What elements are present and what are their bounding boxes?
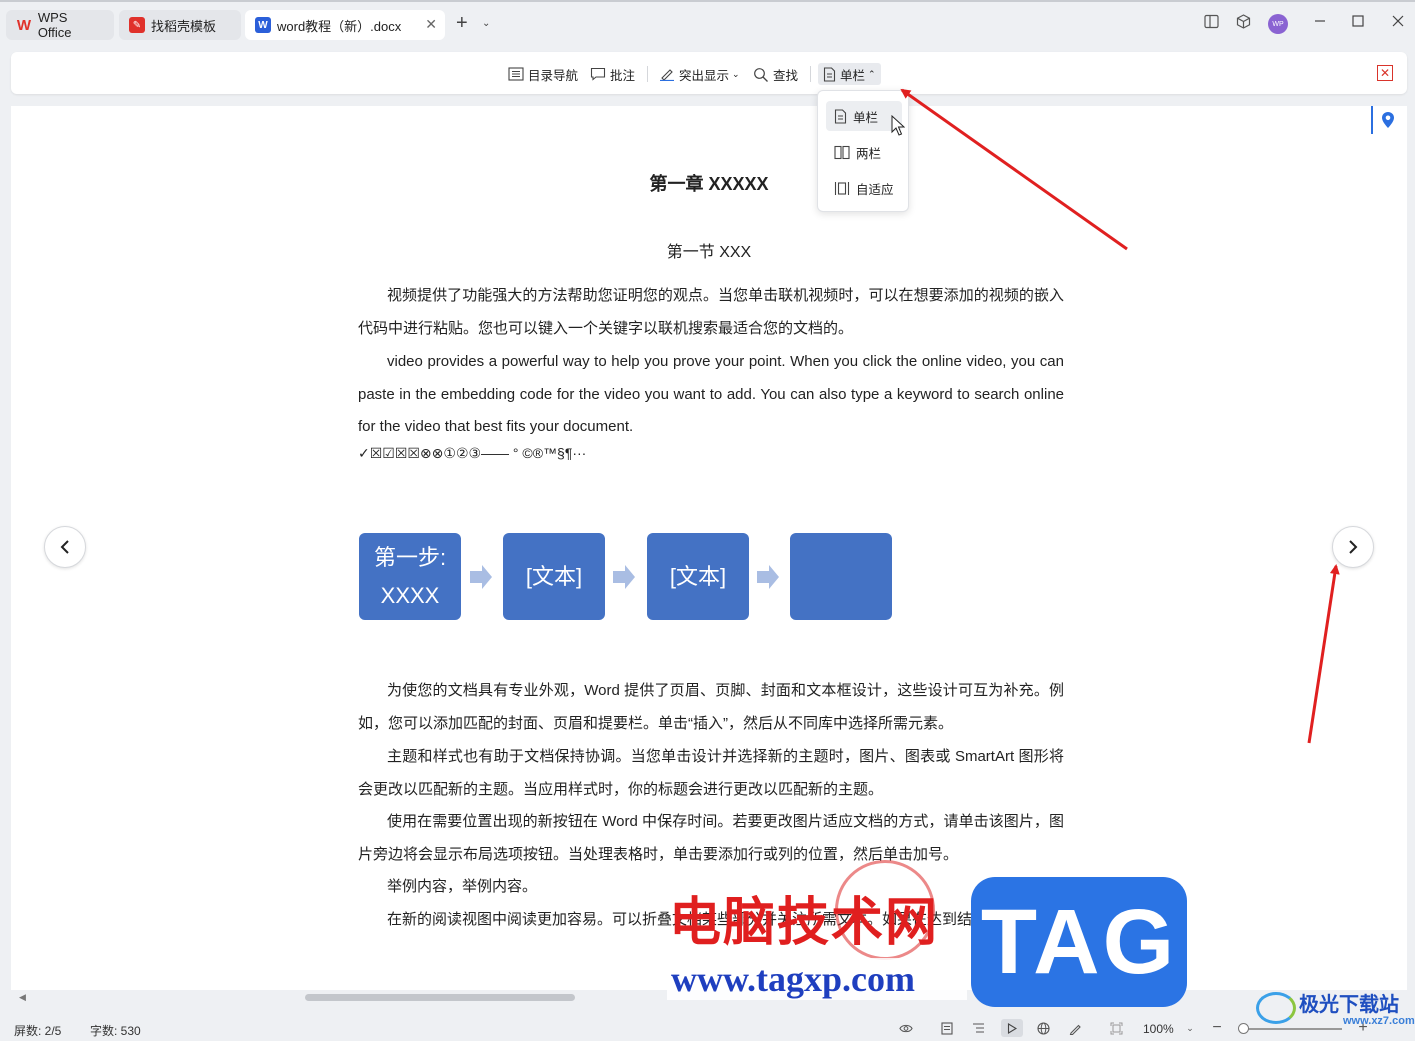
highlight-pen-icon [660, 69, 674, 81]
close-tab-icon[interactable]: ✕ [425, 16, 437, 33]
menu-item-adaptive[interactable]: 自适应 [826, 173, 902, 203]
highlight-button[interactable]: 突出显示 ⌄ [659, 63, 740, 85]
exit-reading-mode-icon[interactable]: ✕ [1377, 65, 1393, 81]
comment-icon [590, 67, 606, 81]
smartart-step-3[interactable]: [文本] [647, 533, 749, 620]
reading-mode-icon[interactable] [1001, 1019, 1023, 1037]
watermark-text: 电脑技术网 [669, 895, 940, 952]
layout-single-column-button[interactable]: 单栏 ⌃ [818, 63, 881, 85]
menu-item-two-columns[interactable]: 两栏 [826, 137, 902, 167]
chevron-right-icon [1349, 540, 1358, 554]
wps-logo-icon: W [16, 16, 31, 34]
toolbar-divider [810, 66, 811, 82]
chevron-up-icon: ⌃ [868, 68, 876, 79]
scroll-left-icon[interactable]: ◀ [19, 992, 26, 1003]
smartart-step-1[interactable]: 第一步: XXXX [359, 533, 461, 620]
watermark-url: www.tagxp.com [667, 958, 967, 1000]
tag-logo: TAG [971, 877, 1187, 1007]
toolbar-divider [647, 66, 648, 82]
body-paragraph: video provides a powerful way to help yo… [358, 353, 1064, 436]
cube-icon[interactable] [1236, 14, 1251, 33]
eye-icon[interactable] [899, 1021, 913, 1035]
body-paragraph: 主题和样式也有助于文档保持协调。当您单击设计并选择新的主题时，图片、图表或 Sm… [358, 748, 1064, 798]
outline-view-icon[interactable] [971, 1021, 985, 1035]
tab-document[interactable]: W word教程（新）.docx ✕ [245, 10, 445, 40]
chapter-title: 第一章 XXXXX [649, 174, 769, 194]
smartart-step-2[interactable]: [文本] [503, 533, 605, 620]
avatar[interactable]: WP [1268, 14, 1288, 34]
sidebar-toggle-icon[interactable] [1204, 14, 1219, 33]
document-icon [823, 66, 836, 82]
tab-templates[interactable]: ✎ 找稻壳模板 [119, 10, 241, 40]
location-pin-icon[interactable] [1371, 106, 1403, 134]
maximize-icon[interactable] [1352, 14, 1364, 32]
layout-dropdown-menu: 单栏 两栏 自适应 [817, 90, 909, 212]
chevron-down-icon[interactable]: ⌄ [1183, 1021, 1197, 1035]
status-bar: 屏数: 2/5 字数: 530 100% ⌄ − + [0, 1016, 1415, 1041]
zoom-slider-knob[interactable] [1238, 1023, 1249, 1034]
minimize-icon[interactable] [1314, 14, 1326, 32]
tab-wps-office[interactable]: W WPS Office [6, 10, 114, 40]
chevron-left-icon [60, 540, 69, 554]
tab-label: 找稻壳模板 [151, 18, 217, 34]
zoom-out-icon[interactable]: − [1210, 1019, 1224, 1036]
aurora-logo: 极光下载站 www.xz7.com [1299, 994, 1415, 1027]
title-bar: W WPS Office ✎ 找稻壳模板 W word教程（新）.docx ✕ … [0, 0, 1415, 44]
tab-label: WPS Office [37, 10, 72, 40]
smartart-arrow [757, 565, 779, 589]
smartart-arrow [613, 565, 635, 589]
zoom-slider[interactable] [1242, 1028, 1342, 1030]
find-button[interactable]: 查找 [753, 63, 798, 85]
docer-logo-icon: ✎ [129, 17, 145, 33]
new-tab-button[interactable]: + [456, 12, 468, 35]
zoom-level[interactable]: 100% [1143, 1022, 1174, 1036]
tab-label: word教程（新）.docx [277, 18, 402, 34]
chevron-down-icon[interactable]: ⌄ [482, 18, 490, 29]
next-page-button[interactable] [1332, 526, 1374, 568]
page-count: 屏数: 2/5 [14, 1024, 62, 1038]
fit-page-icon[interactable] [1109, 1021, 1123, 1035]
section-title: 第一节 XXX [666, 244, 752, 261]
toc-nav-button[interactable]: 目录导航 [508, 63, 578, 85]
word-count[interactable]: 字数: 530 [90, 1022, 141, 1039]
body-paragraph: 为使您的文档具有专业外观，Word 提供了页眉、页脚、封面和文本框设计，这些设计… [358, 682, 1064, 732]
document-page: 第一章 XXXXX 第一节 XXX 视频提供了功能强大的方法帮助您证明您的观点。… [11, 106, 1407, 990]
search-icon [754, 67, 768, 82]
pen-icon[interactable] [1068, 1021, 1082, 1035]
watermark-overlay: 电脑技术网 www.tagxp.com TAG [655, 860, 1215, 1007]
smartart-step-4[interactable] [790, 533, 892, 620]
two-columns-icon [834, 145, 850, 159]
toc-icon [508, 67, 524, 81]
adaptive-width-icon [834, 181, 850, 195]
web-layout-icon[interactable] [1036, 1021, 1050, 1035]
close-window-icon[interactable] [1392, 14, 1404, 32]
word-doc-icon: W [255, 17, 271, 33]
chevron-down-icon: ⌄ [732, 68, 740, 79]
comment-button[interactable]: 批注 [590, 63, 635, 85]
mouse-cursor-icon [891, 115, 905, 136]
reading-toolbar: 目录导航 批注 突出显示 ⌄ 查找 单栏 ⌃ ✕ [11, 52, 1407, 94]
symbol-line: ✓☒☑☒☒⊗⊗①②③—— ° ©®™§¶··· [358, 445, 587, 461]
body-paragraph: 视频提供了功能强大的方法帮助您证明您的观点。当您单击联机视频时，可以在想要添加的… [358, 287, 1064, 337]
page-view-icon[interactable] [940, 1021, 954, 1035]
previous-page-button[interactable] [44, 526, 86, 568]
smartart-arrow [470, 565, 492, 589]
single-column-icon [834, 108, 847, 124]
scrollbar-thumb[interactable] [305, 994, 575, 1001]
